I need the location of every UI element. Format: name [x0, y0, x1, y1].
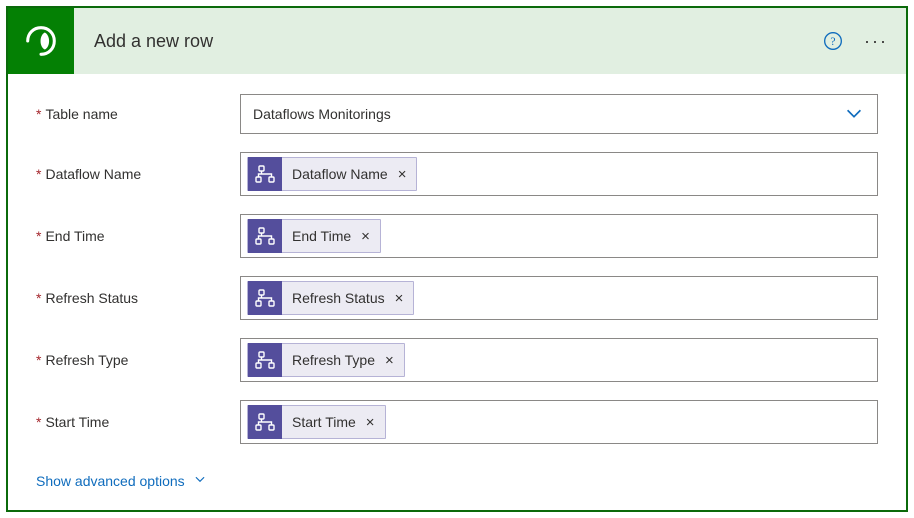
token-refresh-type[interactable]: Refresh Type × [247, 343, 405, 377]
token-remove-icon[interactable]: × [383, 352, 396, 369]
refresh-status-input[interactable]: Refresh Status × [240, 276, 878, 320]
row-dataflow-name: *Dataflow Name Dataflow Name × [36, 152, 878, 196]
label-text: Table name [45, 106, 117, 122]
end-time-input[interactable]: End Time × [240, 214, 878, 258]
dynamic-content-icon [248, 281, 282, 315]
chevron-down-icon [193, 472, 207, 489]
label-text: Refresh Type [45, 352, 128, 368]
token-remove-icon[interactable]: × [396, 166, 409, 183]
token-label: End Time [282, 228, 359, 244]
chevron-down-icon [843, 102, 865, 127]
label-refresh-status: *Refresh Status [36, 290, 240, 306]
row-refresh-status: *Refresh Status Refresh Status × [36, 276, 878, 320]
table-name-value: Dataflows Monitorings [253, 106, 391, 122]
row-end-time: *End Time End Time × [36, 214, 878, 258]
dataflow-name-input[interactable]: Dataflow Name × [240, 152, 878, 196]
label-text: Refresh Status [45, 290, 138, 306]
dynamic-content-icon [248, 405, 282, 439]
more-icon[interactable]: ··· [862, 27, 890, 55]
show-advanced-options-button[interactable]: Show advanced options [36, 472, 207, 489]
card-header: Add a new row ? ··· [8, 8, 906, 74]
token-remove-icon[interactable]: × [364, 414, 377, 431]
token-label: Refresh Type [282, 352, 383, 368]
token-dataflow-name[interactable]: Dataflow Name × [247, 157, 417, 191]
label-start-time: *Start Time [36, 414, 240, 430]
dynamic-content-icon [248, 157, 282, 191]
token-remove-icon[interactable]: × [359, 228, 372, 245]
row-start-time: *Start Time Start Time × [36, 400, 878, 444]
dataverse-logo-icon [8, 8, 74, 74]
row-refresh-type: *Refresh Type Refresh Type × [36, 338, 878, 382]
svg-text:?: ? [830, 35, 835, 48]
token-end-time[interactable]: End Time × [247, 219, 381, 253]
label-text: Start Time [45, 414, 109, 430]
table-name-select[interactable]: Dataflows Monitorings [240, 94, 878, 134]
card-body: *Table name Dataflows Monitorings *Dataf… [8, 74, 906, 510]
refresh-type-input[interactable]: Refresh Type × [240, 338, 878, 382]
header-actions: ? ··· [822, 27, 890, 55]
dynamic-content-icon [248, 343, 282, 377]
label-end-time: *End Time [36, 228, 240, 244]
label-table-name: *Table name [36, 106, 240, 122]
label-text: End Time [45, 228, 104, 244]
action-card: Add a new row ? ··· *Table name Dataflow… [6, 6, 908, 512]
dynamic-content-icon [248, 219, 282, 253]
card-title: Add a new row [94, 31, 822, 52]
label-refresh-type: *Refresh Type [36, 352, 240, 368]
label-dataflow-name: *Dataflow Name [36, 166, 240, 182]
start-time-input[interactable]: Start Time × [240, 400, 878, 444]
label-text: Dataflow Name [45, 166, 141, 182]
advanced-label: Show advanced options [36, 473, 185, 489]
token-remove-icon[interactable]: × [393, 290, 406, 307]
token-label: Start Time [282, 414, 364, 430]
token-start-time[interactable]: Start Time × [247, 405, 386, 439]
row-table-name: *Table name Dataflows Monitorings [36, 94, 878, 134]
help-icon[interactable]: ? [822, 30, 844, 52]
token-label: Refresh Status [282, 290, 393, 306]
token-label: Dataflow Name [282, 166, 396, 182]
token-refresh-status[interactable]: Refresh Status × [247, 281, 414, 315]
